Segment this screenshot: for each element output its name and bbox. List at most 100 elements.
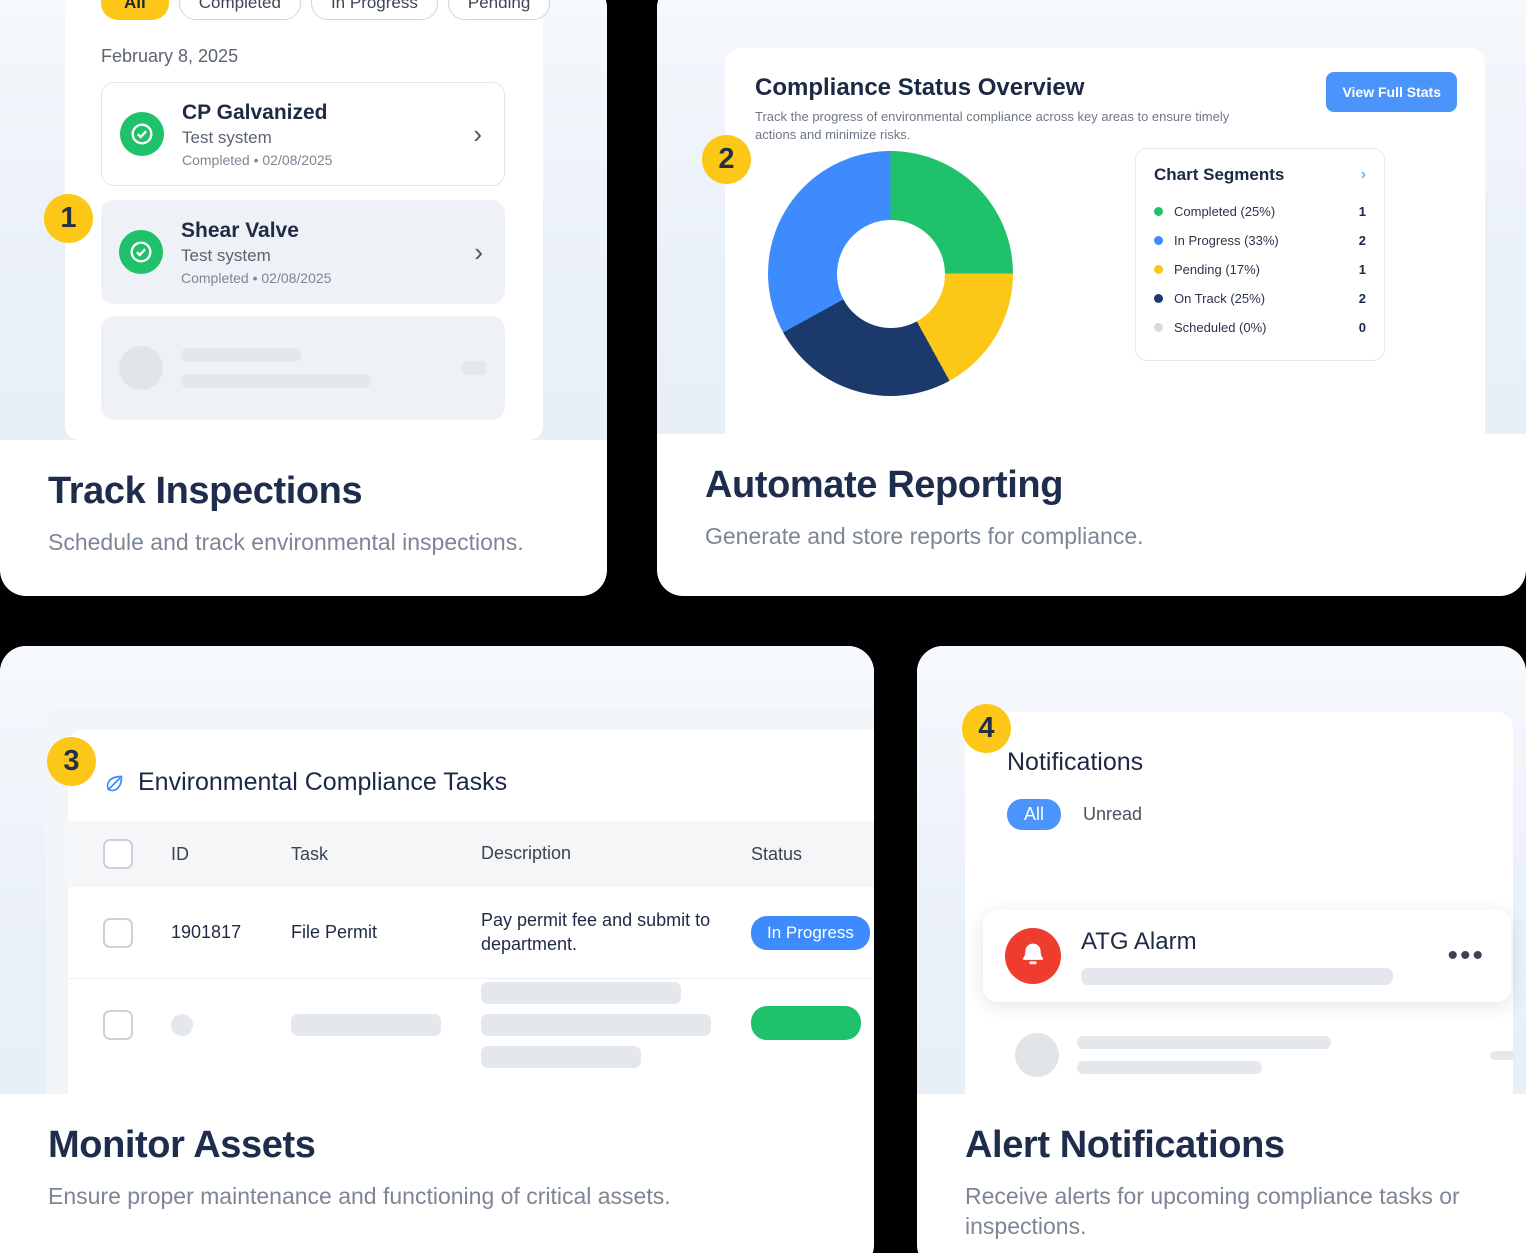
check-circle-icon	[119, 230, 163, 274]
inspection-text: CP Galvanized Test system Completed • 02…	[182, 101, 473, 168]
view-full-stats-button[interactable]: View Full Stats	[1326, 72, 1457, 112]
leaf-icon	[106, 775, 123, 791]
chart-segment-row: Completed (25%) 1	[1154, 197, 1366, 226]
inspection-list-item[interactable]: CP Galvanized Test system Completed • 02…	[101, 82, 505, 186]
feature-grid: All Completed In Progress Pending Februa…	[0, 0, 1526, 1253]
card-subtitle: Generate and store reports for complianc…	[705, 522, 1144, 549]
notifications-visual: Notifications All Unread ATG Alarm ••• 4	[917, 646, 1526, 1094]
cell-description: Pay permit fee and submit to department.	[481, 910, 711, 954]
card-title: Automate Reporting	[705, 464, 1064, 506]
feature-card-automate-reporting: Compliance Status Overview Track the pro…	[657, 0, 1526, 596]
inspection-system: Test system	[181, 245, 271, 265]
tasks-table-header: ID Task Description Status	[68, 821, 874, 887]
compliance-panel: Compliance Status Overview Track the pro…	[725, 48, 1485, 434]
skeleton-lines	[181, 348, 461, 388]
column-header-status: Status	[751, 843, 803, 864]
feature-card-track-inspections: All Completed In Progress Pending Februa…	[0, 0, 607, 596]
tasks-panel-title: Environmental Compliance Tasks	[138, 768, 508, 796]
chart-segment-row: Pending (17%) 1	[1154, 255, 1366, 284]
card-subtitle: Ensure proper maintenance and functionin…	[48, 1182, 671, 1209]
donut-hole	[836, 219, 945, 328]
chart-segments-box: Chart Segments › Completed (25%) 1 In Prog…	[1135, 148, 1385, 361]
inspections-visual: All Completed In Progress Pending Februa…	[0, 0, 607, 440]
skeleton-lines	[481, 982, 751, 1068]
tasks-table: ID Task Description Status 1901817 File …	[68, 821, 874, 1071]
inspection-text: Shear Valve Test system Completed • 02/0…	[181, 219, 474, 286]
inspection-filter-chips[interactable]: All Completed In Progress Pending	[101, 0, 551, 20]
tasks-panel-header: Environmental Compliance Tasks	[68, 730, 874, 797]
inspection-system: Test system	[182, 127, 272, 147]
inspection-name: CP Galvanized	[182, 100, 328, 124]
card-caption: Monitor Assets Ensure proper maintenance…	[0, 1094, 874, 1211]
skeleton-bar	[181, 348, 301, 362]
notification-item-skeleton	[1015, 1092, 1515, 1094]
notification-body: ATG Alarm	[1081, 928, 1447, 985]
column-header-id: ID	[171, 843, 189, 864]
card-title: Track Inspections	[48, 470, 363, 512]
segment-color-dot	[1154, 236, 1163, 245]
compliance-visual: Compliance Status Overview Track the pro…	[657, 0, 1526, 434]
segment-label: Pending (17%)	[1174, 262, 1260, 277]
chevron-right-icon[interactable]: ›	[474, 239, 487, 265]
card-title: Alert Notifications	[965, 1124, 1285, 1166]
step-badge-3: 3	[47, 737, 96, 786]
step-badge-2: 2	[702, 135, 751, 184]
skeleton-bar	[461, 361, 487, 375]
feature-card-monitor-assets: Environmental Compliance Tasks ID Task D…	[0, 646, 874, 1253]
card-caption: Automate Reporting Generate and store re…	[657, 434, 1526, 551]
step-badge-1: 1	[44, 194, 93, 243]
segment-count: 1	[1358, 262, 1366, 277]
step-badge-4: 4	[962, 704, 1011, 753]
segment-count: 2	[1358, 233, 1366, 248]
filter-chip-all[interactable]: All	[101, 0, 169, 20]
segment-label: Completed (25%)	[1174, 204, 1276, 219]
skeleton-bar	[1081, 967, 1393, 985]
inspection-date-label: February 8, 2025	[101, 46, 239, 66]
notification-item-atg-alarm[interactable]: ATG Alarm •••	[983, 910, 1511, 1002]
segment-color-dot	[1154, 294, 1163, 303]
column-header-task: Task	[291, 843, 329, 864]
row-checkbox[interactable]	[103, 1010, 171, 1040]
row-checkbox[interactable]	[103, 917, 171, 948]
chevron-right-icon[interactable]: ›	[1361, 166, 1366, 184]
skeleton-bar	[1490, 1050, 1515, 1060]
chart-segments-title: Chart Segments	[1154, 165, 1285, 184]
status-badge-skeleton	[751, 1005, 874, 1045]
chart-segments-list: Completed (25%) 1 In Progress (33%) 2 Pendin…	[1154, 197, 1366, 342]
chevron-right-icon[interactable]: ›	[473, 121, 486, 147]
table-row-skeleton	[68, 979, 874, 1071]
tab-unread[interactable]: Unread	[1083, 804, 1142, 825]
chart-segment-row: On Track (25%) 2	[1154, 284, 1366, 313]
segment-label: In Progress (33%)	[1174, 233, 1279, 248]
chart-segment-row: In Progress (33%) 2	[1154, 226, 1366, 255]
compliance-subtitle: Track the progress of environmental comp…	[755, 109, 1230, 143]
notification-name: ATG Alarm	[1081, 927, 1197, 955]
card-caption: Track Inspections Schedule and track env…	[0, 440, 607, 557]
notifications-tabs[interactable]: All Unread	[965, 777, 1513, 830]
card-title: Monitor Assets	[48, 1124, 316, 1166]
inspection-list-item[interactable]: Shear Valve Test system Completed • 02/0…	[101, 200, 505, 304]
filter-chip-in-progress[interactable]: In Progress	[310, 0, 438, 20]
filter-chip-completed[interactable]: Completed	[178, 0, 301, 20]
chart-segment-row: Scheduled (0%) 0	[1154, 313, 1366, 342]
check-circle-icon	[120, 112, 164, 156]
notifications-panel: Notifications All Unread ATG Alarm •••	[965, 712, 1515, 1094]
phone-mock-inspections: All Completed In Progress Pending Februa…	[65, 0, 551, 440]
chart-segments-header[interactable]: Chart Segments ›	[1154, 165, 1366, 185]
tasks-panel: Environmental Compliance Tasks ID Task D…	[68, 730, 874, 1094]
bell-icon	[1005, 928, 1061, 984]
skeleton-lines	[1077, 1036, 1490, 1074]
inspection-meta: Completed • 02/08/2025	[182, 151, 333, 168]
more-horizontal-icon[interactable]: •••	[1447, 941, 1485, 971]
table-row[interactable]: 1901817 File Permit Pay permit fee and s…	[68, 887, 874, 979]
card-subtitle: Schedule and track environmental inspect…	[48, 528, 524, 555]
segment-color-dot	[1154, 323, 1163, 332]
status-badge: In Progress	[751, 915, 870, 950]
notification-item-skeleton	[1015, 1018, 1515, 1092]
cell-task: File Permit	[291, 922, 378, 942]
filter-chip-pending[interactable]: Pending	[447, 0, 551, 20]
skeleton-avatar	[119, 346, 163, 390]
select-all-checkbox[interactable]	[103, 839, 171, 869]
segment-count: 1	[1358, 204, 1366, 219]
tab-all[interactable]: All	[1007, 799, 1062, 830]
